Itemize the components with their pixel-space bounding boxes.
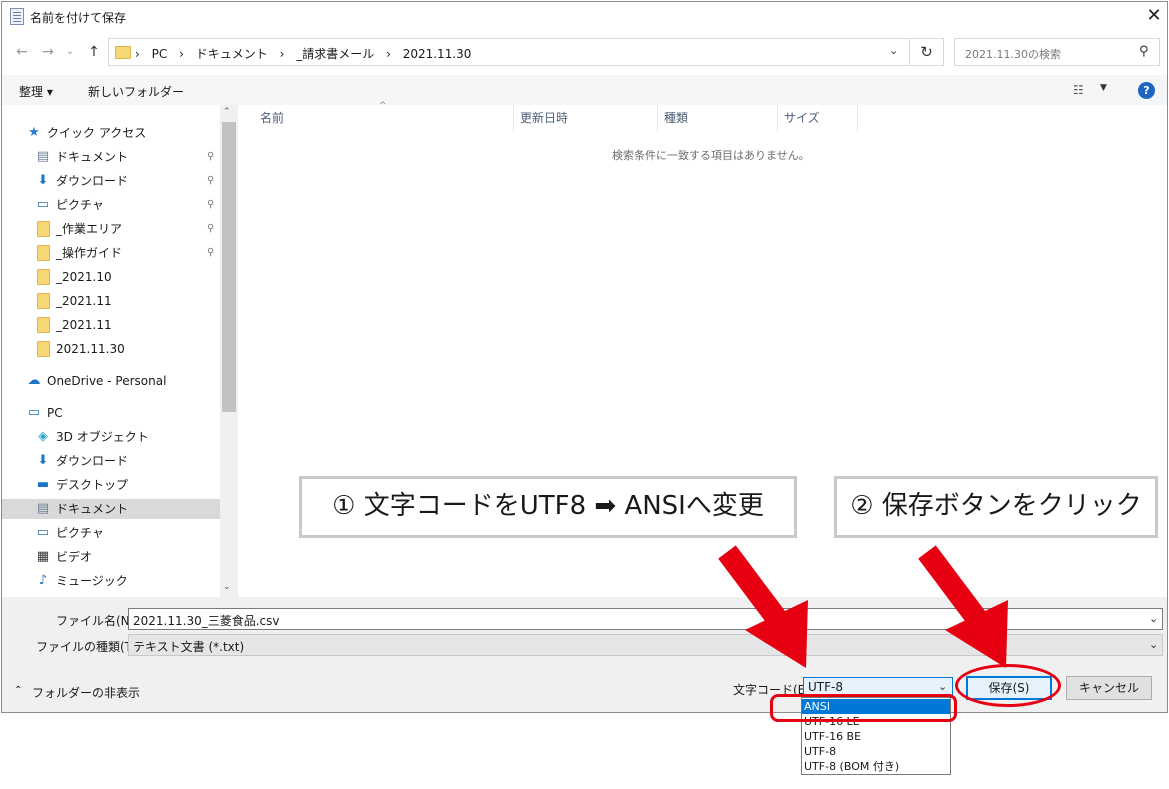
arrow-to-save-icon — [918, 545, 1008, 668]
arrow-to-encoding-icon — [718, 545, 808, 668]
annotation-arrows — [718, 545, 1008, 668]
